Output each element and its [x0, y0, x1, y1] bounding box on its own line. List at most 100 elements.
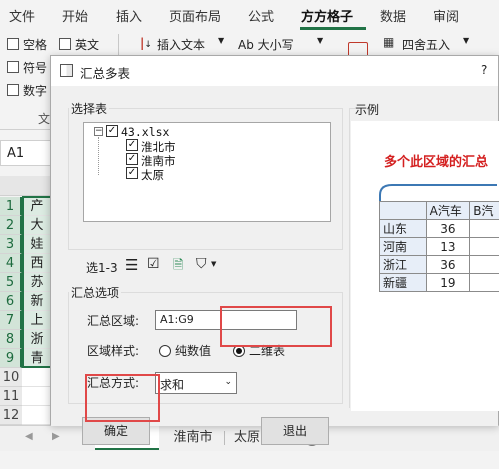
example-header-cell: B汽: [469, 201, 499, 220]
example-cell: [469, 273, 499, 292]
example-cell: [469, 255, 499, 274]
example-header-cell: A汽车: [425, 201, 471, 220]
row-header[interactable]: 4: [0, 254, 22, 273]
tree-line: [98, 137, 99, 175]
menu-tab-file[interactable]: 文件: [9, 6, 35, 25]
range-label: 汇总区域:: [87, 314, 140, 328]
list-icon[interactable]: ☰: [125, 256, 138, 274]
status-bar: [0, 451, 499, 469]
chevron-down-icon: ▼: [317, 36, 324, 45]
cell[interactable]: [22, 368, 52, 387]
tree-item-label: 太原: [141, 168, 164, 182]
add-file-icon[interactable]: 🗎: [173, 256, 183, 278]
example-border: [349, 108, 350, 408]
menu-tab-review[interactable]: 审阅: [433, 6, 459, 25]
example-row-label: 河南: [379, 237, 427, 256]
example-legend: 示例: [355, 103, 380, 117]
example-cell: [469, 237, 499, 256]
english-checkbox[interactable]: [59, 38, 71, 50]
example-row-label: 浙江: [379, 255, 427, 274]
prev-sheet-icon[interactable]: ◀: [25, 431, 33, 442]
menu-tab-page-layout[interactable]: 页面布局: [169, 6, 221, 25]
case-button[interactable]: Ab 大小写: [238, 36, 294, 53]
collapse-icon[interactable]: −: [94, 127, 103, 136]
checkbox-checked-icon[interactable]: ✓: [126, 139, 138, 151]
cell[interactable]: [22, 387, 52, 406]
row-header[interactable]: 9: [0, 349, 22, 368]
insert-text-button[interactable]: 插入文本: [157, 36, 205, 53]
tab-divider: [224, 431, 225, 445]
chevron-down-icon: ▼: [218, 36, 225, 45]
row-header[interactable]: 6: [0, 292, 22, 311]
menu-tab-formulas[interactable]: 公式: [248, 6, 274, 25]
method-select-value: 求和: [160, 378, 185, 392]
checkbox-checked-icon[interactable]: ✓: [126, 167, 138, 179]
highlight-two-d-table: [220, 306, 332, 347]
plain-value-label: 纯数值: [175, 344, 212, 358]
check-all-icon[interactable]: ☑: [147, 256, 160, 272]
symbol-checkbox[interactable]: [7, 61, 19, 73]
menu-tab-ffgz[interactable]: 方方格子: [301, 6, 353, 25]
column-header-strip: [0, 176, 52, 196]
example-cell: 36: [425, 255, 471, 274]
ribbon-group-label: 文: [38, 112, 51, 126]
chevron-down-icon: ⌄: [224, 377, 232, 387]
english-checkbox-label: 英文: [75, 38, 100, 52]
highlight-ok-button: [85, 374, 160, 422]
space-checkbox-label: 空格: [23, 38, 48, 52]
row-header[interactable]: 2: [0, 216, 22, 235]
round-grid-icon: ▦: [383, 35, 395, 49]
round-button[interactable]: 四舍五入: [402, 36, 450, 53]
sheet-tab-huainan[interactable]: 淮南市: [163, 426, 223, 450]
method-select[interactable]: 求和 ⌄: [155, 372, 237, 394]
example-panel: 多个此区域的汇总 A汽车 B汽 山东 36 河南 13 浙江 36 新疆 19: [351, 121, 499, 411]
row-header[interactable]: 11: [0, 387, 22, 406]
row-header[interactable]: 7: [0, 311, 22, 330]
table-icon: [60, 64, 73, 77]
dialog-title-bar: 汇总多表 ?: [51, 56, 498, 86]
select-table-legend: 选择表: [71, 102, 108, 116]
example-cell: 19: [425, 273, 471, 292]
next-sheet-icon[interactable]: ▶: [52, 431, 60, 442]
example-row-label: 山东: [379, 219, 427, 238]
example-cell: 36: [425, 219, 471, 238]
summary-dialog: 汇总多表 ? 选择表 − ✓ 43.xlsx ✓ 淮北市 ✓ 淮南市 ✓ 太原 …: [50, 55, 499, 445]
chevron-down-icon: ▼: [211, 260, 217, 268]
style-label: 区域样式:: [87, 344, 140, 358]
cell[interactable]: [22, 406, 52, 425]
example-caption: 多个此区域的汇总: [384, 155, 489, 170]
menu-tab-insert[interactable]: 插入: [116, 6, 142, 25]
checkbox-checked-icon[interactable]: ✓: [106, 125, 118, 137]
row-header[interactable]: 5: [0, 273, 22, 292]
row-header[interactable]: 12: [0, 406, 22, 425]
row-header[interactable]: 3: [0, 235, 22, 254]
number-checkbox[interactable]: [7, 84, 19, 96]
row-header[interactable]: 8: [0, 330, 22, 349]
menu-tab-data[interactable]: 数据: [380, 6, 406, 25]
name-box[interactable]: A1: [0, 140, 52, 166]
space-checkbox[interactable]: [7, 38, 19, 50]
number-checkbox-label: 数字: [23, 84, 48, 98]
tree-root-label: 43.xlsx: [121, 125, 170, 139]
dialog-title: 汇总多表: [80, 66, 131, 81]
selection-count: 选1-3: [86, 261, 118, 275]
symbol-checkbox-label: 符号: [23, 61, 48, 75]
row-header[interactable]: 1: [0, 197, 22, 216]
summary-options-legend: 汇总选项: [71, 286, 120, 300]
insert-text-icon: |↓: [140, 36, 152, 50]
checkbox-checked-icon[interactable]: ✓: [126, 153, 138, 165]
sheet-tree[interactable]: − ✓ 43.xlsx ✓ 淮北市 ✓ 淮南市 ✓ 太原: [83, 122, 331, 222]
row-header[interactable]: 10: [0, 368, 22, 387]
example-border: [349, 108, 355, 109]
help-icon[interactable]: ?: [481, 63, 487, 77]
chevron-down-icon: ▼: [463, 36, 470, 45]
menu-tab-home[interactable]: 开始: [62, 6, 88, 25]
plain-value-radio[interactable]: [159, 345, 171, 357]
example-cell: 13: [425, 237, 471, 256]
example-cell: [469, 219, 499, 238]
selection-outline: [22, 196, 52, 368]
ribbon-separator: [118, 34, 119, 56]
sheet-tab-bar: ◀ ▶ 淮北市 淮南市 太原 +: [0, 425, 499, 451]
exit-button[interactable]: 退出: [261, 417, 329, 445]
filter-icon[interactable]: ⛉: [196, 256, 207, 272]
